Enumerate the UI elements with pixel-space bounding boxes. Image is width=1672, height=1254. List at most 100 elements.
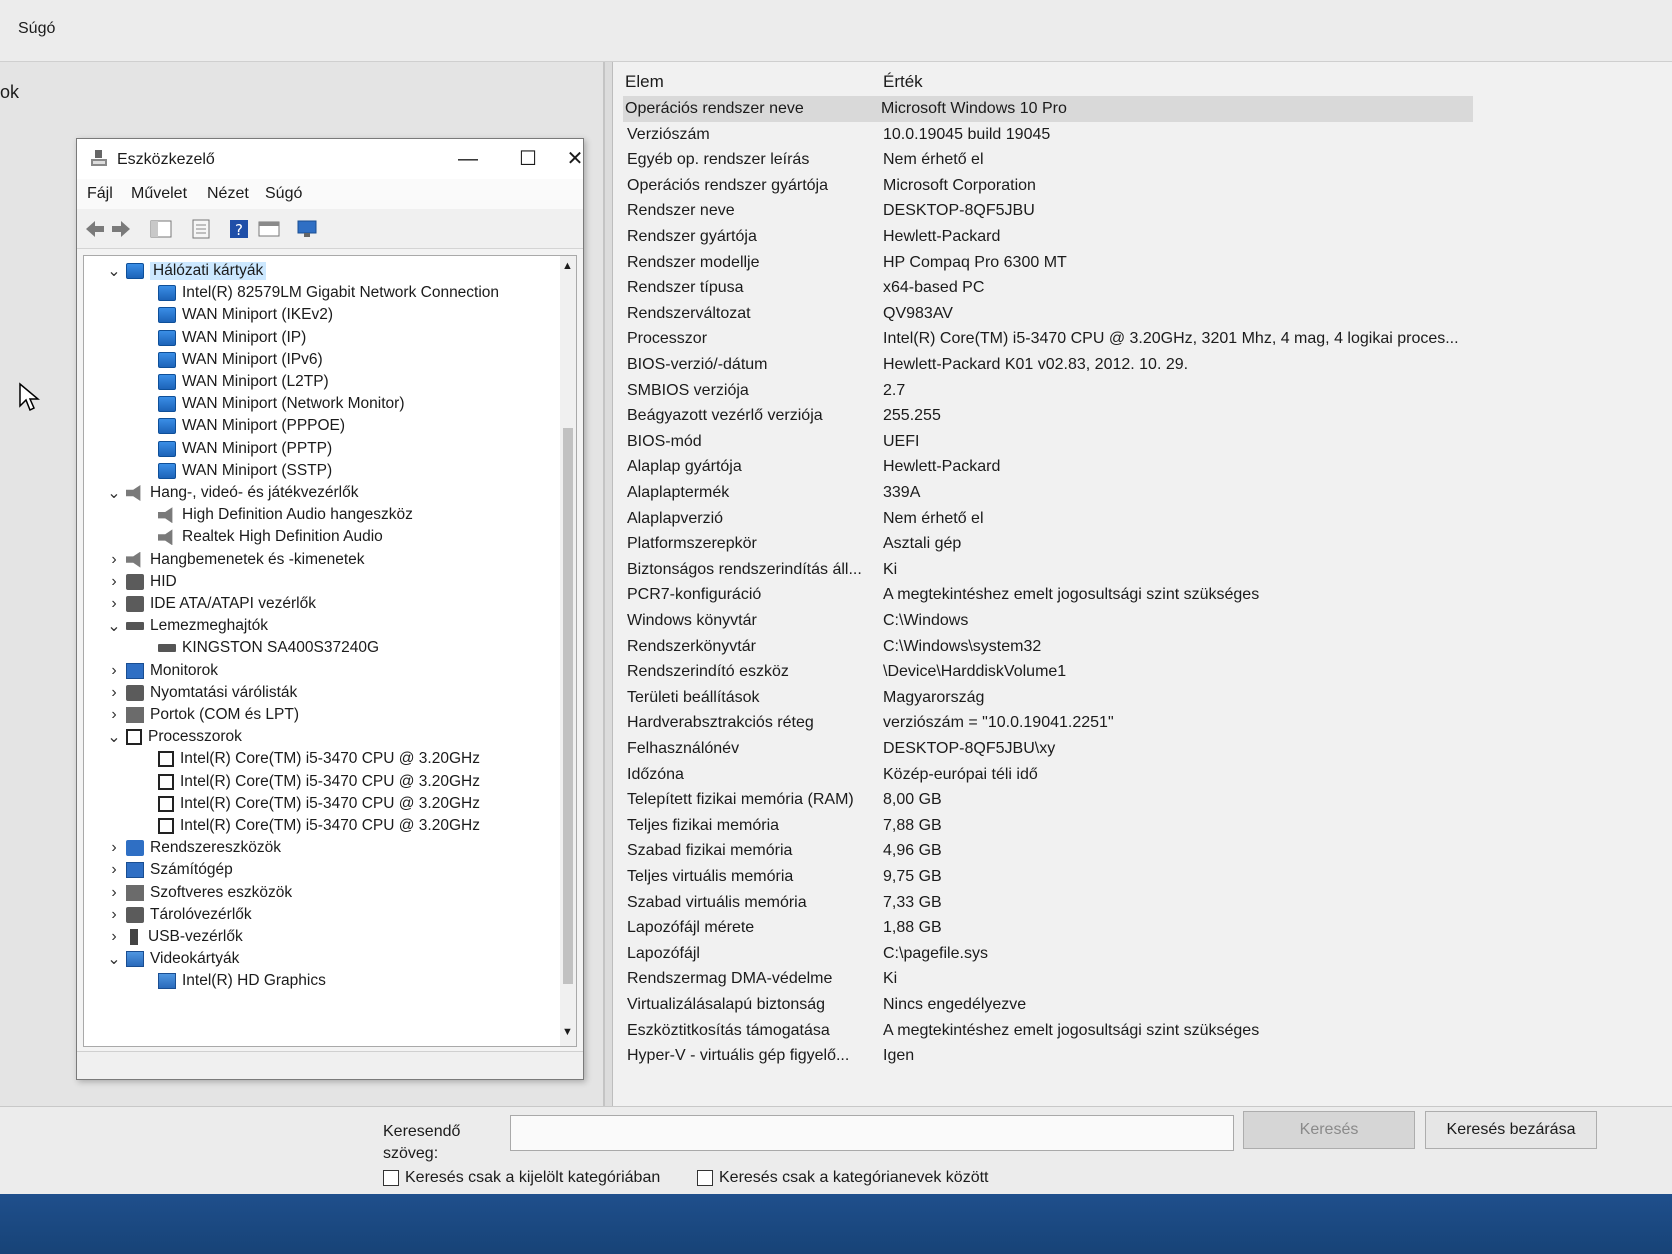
table-row[interactable]: Windows könyvtár C:\Windows xyxy=(625,608,1665,634)
chevron-down-icon[interactable]: ⌄ xyxy=(106,949,122,969)
tree-device[interactable]: WAN Miniport (Network Monitor) xyxy=(154,393,405,415)
table-row[interactable]: Egyéb op. rendszer leírás Nem érhető el xyxy=(625,147,1665,173)
forward-arrow-icon[interactable] xyxy=(109,217,133,241)
table-row[interactable]: Virtualizálásalapú biztonság Nincs engedé… xyxy=(625,992,1665,1018)
column-header-value[interactable]: Érték xyxy=(883,72,923,92)
table-row[interactable]: Felhasználónév DESKTOP-8QF5JBU\xy xyxy=(625,736,1665,762)
table-row[interactable]: Szabad fizikai memória 4,96 GB xyxy=(625,838,1665,864)
chevron-down-icon[interactable]: ⌄ xyxy=(106,616,122,636)
search-category-names-checkbox[interactable]: Keresés csak a kategórianevek között xyxy=(697,1169,988,1187)
tree-device[interactable]: High Definition Audio hangeszköz xyxy=(154,504,413,526)
back-arrow-icon[interactable] xyxy=(83,217,107,241)
table-row[interactable]: Rendszerváltozat QV983AV xyxy=(625,301,1665,327)
table-row[interactable]: Rendszer modellje HP Compaq Pro 6300 MT xyxy=(625,250,1665,276)
tree-device[interactable]: WAN Miniport (PPPOE) xyxy=(154,415,345,437)
menu-help[interactable]: Súgó xyxy=(265,185,302,203)
table-row[interactable]: BIOS-mód UEFI xyxy=(625,429,1665,455)
table-row[interactable]: Hyper-V - virtuális gép figyelő... Igen xyxy=(625,1043,1665,1069)
table-row[interactable]: Biztonságos rendszerindítás áll... Ki xyxy=(625,557,1665,583)
table-row[interactable]: Időzóna Közép-európai téli idő xyxy=(625,762,1665,788)
tree-category[interactable]: › Nyomtatási várólisták xyxy=(106,682,297,704)
table-row[interactable]: Rendszermag DMA-védelme Ki xyxy=(625,966,1665,992)
tree-category[interactable]: ⌄ Hálózati kártyák xyxy=(106,260,267,282)
chevron-right-icon[interactable]: › xyxy=(106,662,122,680)
chevron-right-icon[interactable]: › xyxy=(106,861,122,879)
chevron-right-icon[interactable]: › xyxy=(106,884,122,902)
minimize-button[interactable]: — xyxy=(445,145,491,173)
scroll-up-icon[interactable]: ▲ xyxy=(562,260,573,272)
table-row[interactable]: PCR7-konfiguráció A megtekintéshez emelt … xyxy=(625,582,1665,608)
menu-action[interactable]: Művelet xyxy=(131,185,187,203)
checkbox-box[interactable] xyxy=(697,1170,713,1186)
tree-device[interactable]: Intel(R) Core(TM) i5-3470 CPU @ 3.20GHz xyxy=(154,748,480,770)
column-header-item[interactable]: Elem xyxy=(625,72,664,92)
table-row[interactable]: Rendszer gyártója Hewlett-Packard xyxy=(625,224,1665,250)
table-row[interactable]: Operációs rendszer gyártója Microsoft Cor… xyxy=(625,173,1665,199)
scroll-down-icon[interactable]: ▼ xyxy=(562,1026,573,1038)
tree-category[interactable]: › Számítógép xyxy=(106,859,233,881)
tree-device[interactable]: Intel(R) 82579LM Gigabit Network Connect… xyxy=(154,282,499,304)
menu-view[interactable]: Nézet xyxy=(207,185,249,203)
view-icon[interactable] xyxy=(257,217,281,241)
maximize-button[interactable]: ☐ xyxy=(505,145,551,173)
table-row[interactable]: Teljes virtuális memória 9,75 GB xyxy=(625,864,1665,890)
menu-help[interactable]: Súgó xyxy=(18,20,55,38)
chevron-right-icon[interactable]: › xyxy=(106,573,122,591)
table-row[interactable]: Rendszerkönyvtár C:\Windows\system32 xyxy=(625,634,1665,660)
search-selected-category-checkbox[interactable]: Keresés csak a kijelölt kategóriában xyxy=(383,1169,660,1187)
table-row[interactable]: Platformszerepkör Asztali gép xyxy=(625,531,1665,557)
device-tree[interactable]: ⌄ Hálózati kártyák Intel(R) 82579LM Gigabi… xyxy=(83,255,577,1047)
tree-device[interactable]: WAN Miniport (PPTP) xyxy=(154,438,332,460)
tree-category[interactable]: ⌄ Processzorok xyxy=(106,726,242,748)
chevron-down-icon[interactable]: ⌄ xyxy=(106,727,122,747)
tree-category[interactable]: › Rendszereszközök xyxy=(106,837,281,859)
tree-device[interactable]: WAN Miniport (IPv6) xyxy=(154,349,323,371)
table-row[interactable]: Rendszer típusa x64-based PC xyxy=(625,275,1665,301)
tree-category[interactable]: ⌄ Lemezmeghajtók xyxy=(106,615,268,637)
table-row[interactable]: Rendszerindító eszköz \Device\HarddiskVol… xyxy=(625,659,1665,685)
table-row[interactable]: Rendszer neve DESKTOP-8QF5JBU xyxy=(625,198,1665,224)
close-search-button[interactable]: Keresés bezárása xyxy=(1425,1111,1597,1149)
close-button[interactable]: ✕ xyxy=(565,145,585,173)
scrollbar-thumb[interactable] xyxy=(563,428,573,984)
chevron-right-icon[interactable]: › xyxy=(106,706,122,724)
tree-category[interactable]: › HID xyxy=(106,571,177,593)
tree-device[interactable]: Intel(R) Core(TM) i5-3470 CPU @ 3.20GHz xyxy=(154,793,480,815)
tree-device[interactable]: Realtek High Definition Audio xyxy=(154,526,383,548)
chevron-right-icon[interactable]: › xyxy=(106,839,122,857)
tree-device[interactable]: WAN Miniport (L2TP) xyxy=(154,371,329,393)
tree-category[interactable]: › IDE ATA/ATAPI vezérlők xyxy=(106,593,316,615)
chevron-right-icon[interactable]: › xyxy=(106,906,122,924)
search-input[interactable] xyxy=(510,1115,1234,1151)
table-row[interactable]: Hardverabsztrakciós réteg verziószám = "1… xyxy=(625,710,1665,736)
table-row[interactable]: Processzor Intel(R) Core(TM) i5-3470 CPU … xyxy=(625,326,1665,352)
table-row[interactable]: Telepített fizikai memória (RAM) 8,00 GB xyxy=(625,787,1665,813)
chevron-right-icon[interactable]: › xyxy=(106,928,122,946)
tree-device[interactable]: WAN Miniport (IP) xyxy=(154,327,306,349)
table-row[interactable]: Alaplaptermék 339A xyxy=(625,480,1665,506)
vertical-scrollbar[interactable]: ▲ ▼ xyxy=(560,256,576,1046)
sysinfo-details-grid[interactable]: Elem Érték Operációs rendszer neve Micros… xyxy=(612,62,1672,1114)
tree-category[interactable]: › Szoftveres eszközök xyxy=(106,882,292,904)
table-row[interactable]: Lapozófájl C:\pagefile.sys xyxy=(625,941,1665,967)
chevron-down-icon[interactable]: ⌄ xyxy=(106,261,122,281)
scan-hardware-icon[interactable] xyxy=(295,217,319,241)
properties-icon[interactable] xyxy=(189,217,213,241)
table-row[interactable]: Szabad virtuális memória 7,33 GB xyxy=(625,890,1665,916)
tree-device[interactable]: Intel(R) HD Graphics xyxy=(154,970,326,992)
help-icon[interactable]: ? xyxy=(227,217,251,241)
table-row[interactable]: Beágyazott vezérlő verziója 255.255 xyxy=(625,403,1665,429)
table-row[interactable]: Verziószám 10.0.19045 build 19045 xyxy=(625,122,1665,148)
tree-category[interactable]: › Tárolóvezérlők xyxy=(106,904,252,926)
chevron-down-icon[interactable]: ⌄ xyxy=(106,483,122,503)
table-row[interactable]: Eszköztitkosítás támogatása A megtekintés… xyxy=(625,1018,1665,1044)
chevron-right-icon[interactable]: › xyxy=(106,551,122,569)
table-row[interactable]: Teljes fizikai memória 7,88 GB xyxy=(625,813,1665,839)
tree-category[interactable]: › Hangbemenetek és -kimenetek xyxy=(106,549,365,571)
menu-file[interactable]: Fájl xyxy=(87,185,113,203)
show-hide-console-tree-icon[interactable] xyxy=(149,217,173,241)
chevron-right-icon[interactable]: › xyxy=(106,684,122,702)
tree-category[interactable]: ⌄ Videokártyák xyxy=(106,948,239,970)
tree-device[interactable]: Intel(R) Core(TM) i5-3470 CPU @ 3.20GHz xyxy=(154,815,480,837)
tree-device[interactable]: KINGSTON SA400S37240G xyxy=(154,637,379,659)
